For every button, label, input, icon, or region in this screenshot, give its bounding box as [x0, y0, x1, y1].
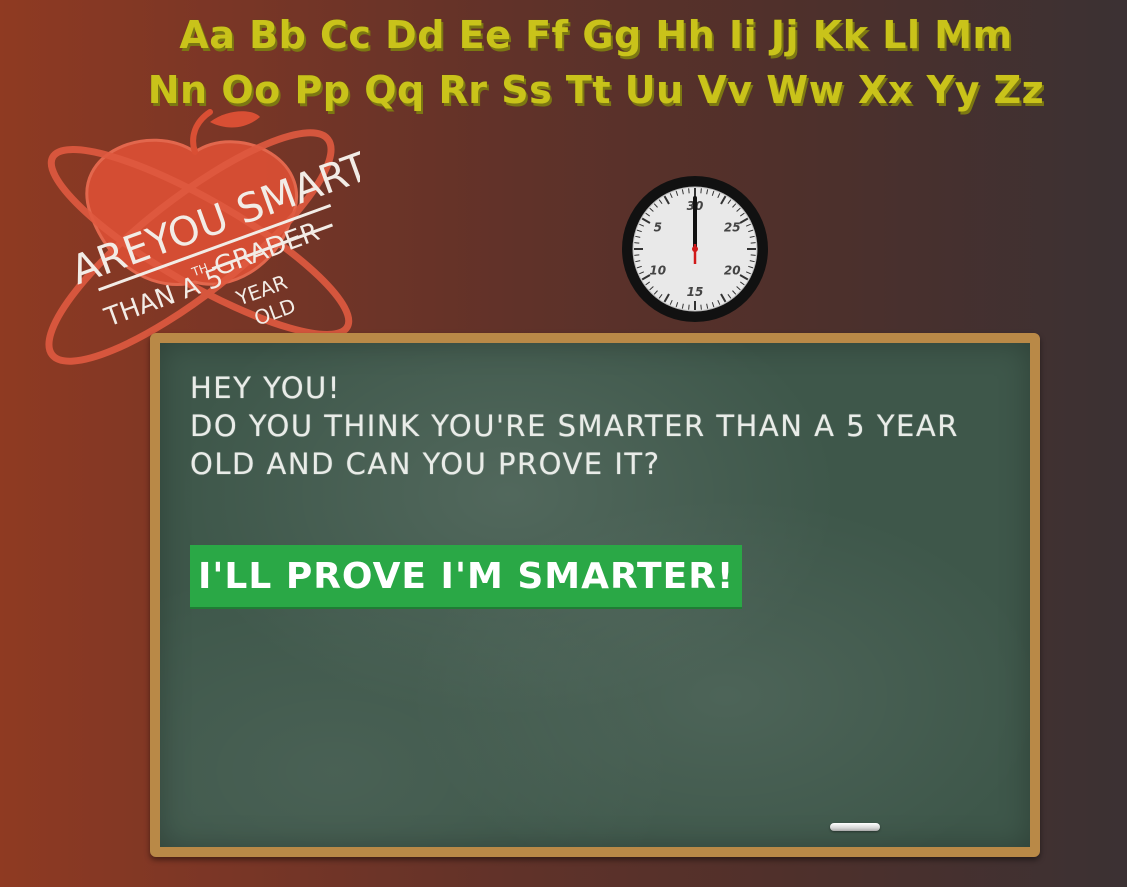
question-text-line-1: Do you think you're smarter than a 5 yea…: [190, 409, 959, 443]
clock-label: 5: [654, 221, 662, 235]
clock-label: 25: [724, 221, 741, 235]
clock-label: 15: [687, 285, 704, 299]
clock-tick: [700, 304, 702, 310]
clock-tick: [750, 254, 756, 256]
board-message: Hey you! Do you think you're smarter tha…: [190, 369, 990, 483]
clock-tick: [700, 188, 702, 194]
countdown-clock: 30252015105: [620, 174, 770, 324]
prove-smarter-button[interactable]: I'll prove I'm smarter!: [190, 545, 743, 609]
clock-tick: [688, 304, 690, 310]
clock-tick: [688, 188, 690, 194]
clock-tick: [634, 254, 640, 256]
clock-label: 20: [724, 264, 741, 278]
alphabet-row-1: Aa Bb Cc Dd Ee Ff Gg Hh Ii Jj Kk Ll Mm: [179, 13, 1013, 57]
question-text-line-2: old and can you prove it?: [190, 447, 661, 481]
clock-tick: [750, 242, 756, 244]
greeting-text: Hey you!: [190, 371, 341, 405]
chalk-piece: [830, 823, 880, 831]
chalkboard: Hey you! Do you think you're smarter tha…: [150, 333, 1040, 857]
clock-label: 10: [649, 264, 666, 278]
clock-tick: [634, 242, 640, 244]
